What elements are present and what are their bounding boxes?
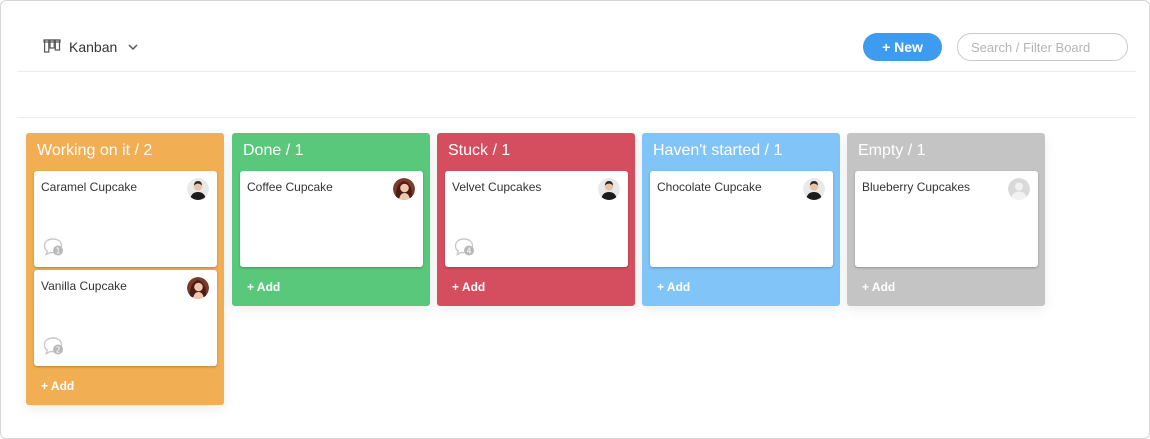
kanban-board-window: Kanban + New Working on it / 2 Caramel C… [0, 0, 1150, 439]
kanban-icon [43, 39, 61, 53]
column-title: Stuck / 1 [448, 142, 511, 159]
comment-icon[interactable]: 4 [454, 237, 476, 257]
column-title: Done / 1 [243, 142, 304, 159]
card-title: Vanilla Cupcake [41, 279, 127, 293]
card-chocolate-cupcake[interactable]: Chocolate Cupcake [650, 171, 833, 267]
column-empty: Empty / 1 Blueberry Cupcakes + Add [847, 133, 1045, 306]
add-card-button[interactable]: + Add [232, 270, 430, 306]
view-label: Kanban [69, 39, 118, 55]
comment-icon[interactable]: 1 [43, 237, 65, 257]
card-title: Chocolate Cupcake [657, 180, 762, 194]
card-title: Coffee Cupcake [247, 180, 333, 194]
comment-icon[interactable]: 2 [43, 336, 65, 356]
column-havent-started: Haven't started / 1 Chocolate Cupcake + … [642, 133, 840, 306]
new-item-button[interactable]: + New [863, 33, 942, 61]
female-avatar[interactable] [187, 277, 209, 299]
search-filter-input[interactable] [957, 33, 1128, 61]
card-title: Blueberry Cupcakes [862, 180, 971, 194]
comment-count: 2 [56, 345, 61, 354]
comment-count: 4 [467, 246, 472, 255]
column-working-on-it: Working on it / 2 Caramel Cupcake 1 Vani… [26, 133, 224, 405]
card-coffee-cupcake[interactable]: Coffee Cupcake [240, 171, 423, 267]
view-switcher[interactable]: Kanban [43, 37, 139, 57]
male-avatar[interactable] [598, 178, 620, 200]
card-title: Velvet Cupcakes [452, 180, 542, 194]
card-title: Caramel Cupcake [41, 180, 138, 194]
card-blueberry-cupcakes[interactable]: Blueberry Cupcakes [855, 171, 1038, 267]
female-avatar[interactable] [393, 178, 415, 200]
male-avatar[interactable] [187, 178, 209, 200]
empty-avatar[interactable] [1008, 178, 1030, 200]
add-card-button[interactable]: + Add [26, 369, 224, 405]
column-done: Done / 1 Coffee Cupcake + Add [232, 133, 430, 306]
column-title: Haven't started / 1 [653, 142, 783, 159]
add-card-button[interactable]: + Add [847, 270, 1045, 306]
column-title: Empty / 1 [858, 142, 926, 159]
column-title: Working on it / 2 [37, 142, 153, 159]
male-avatar[interactable] [803, 178, 825, 200]
add-card-button[interactable]: + Add [642, 270, 840, 306]
card-velvet-cupcakes[interactable]: Velvet Cupcakes 4 [445, 171, 628, 267]
header-divider [17, 71, 1136, 72]
comment-count: 1 [56, 246, 61, 255]
column-stuck: Stuck / 1 Velvet Cupcakes 4 + Add [437, 133, 635, 306]
toolbar-divider [17, 117, 1136, 118]
add-card-button[interactable]: + Add [437, 270, 635, 306]
chevron-down-icon [128, 44, 138, 51]
card-vanilla-cupcake[interactable]: Vanilla Cupcake 2 [34, 270, 217, 366]
card-caramel-cupcake[interactable]: Caramel Cupcake 1 [34, 171, 217, 267]
